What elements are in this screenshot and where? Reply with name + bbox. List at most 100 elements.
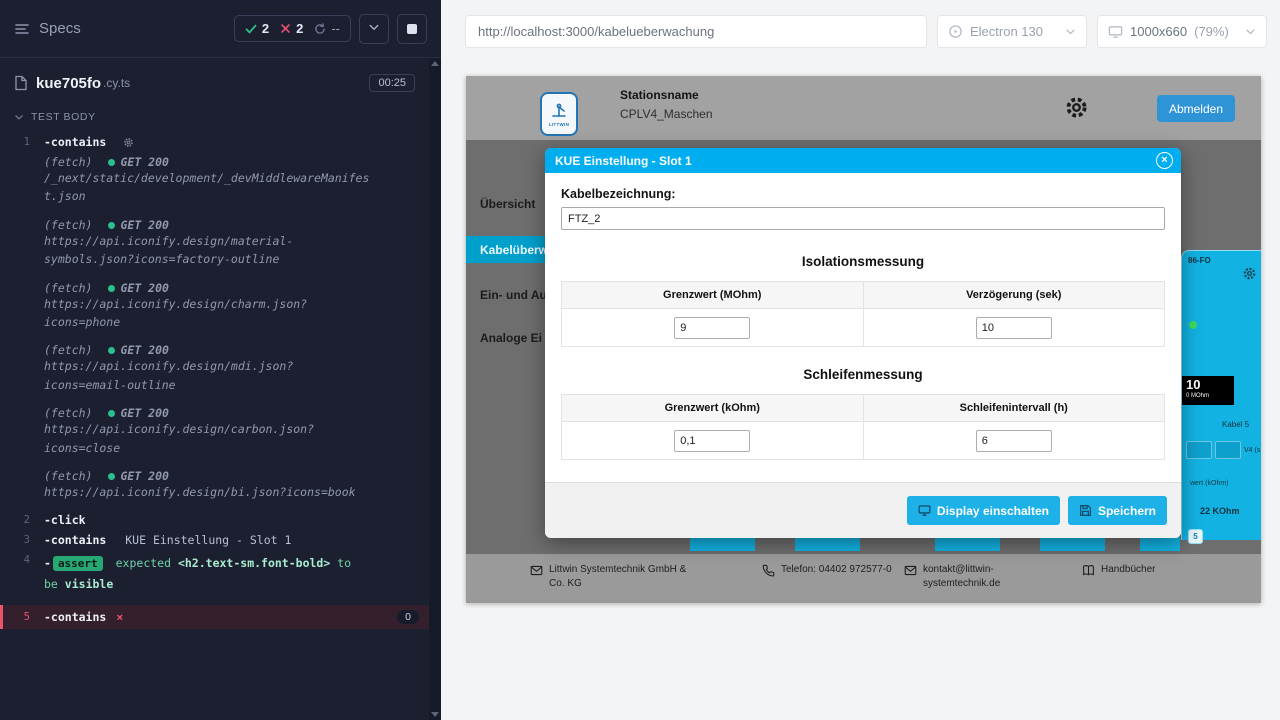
modal-header: KUE Einstellung - Slot 1 × xyxy=(545,148,1181,173)
stat-pending: -- xyxy=(314,21,340,36)
fetch-status: GET 200 xyxy=(120,406,168,420)
slot-tag: 86-FO xyxy=(1188,256,1211,265)
aut-region: Electron 130 1000x660 (79%) LITTWIN xyxy=(441,0,1280,720)
fetch-label: (fetch) xyxy=(44,155,92,169)
kue-slot-card: 86-FO 10 0 MOhm Kabel 5 V4 (s wert (kOhm… xyxy=(1181,250,1261,540)
log-row-fetch[interactable]: (fetch) GET 200 /_next/static/development… xyxy=(0,152,429,215)
fetch-url: /_next/static/development/_devMiddleware… xyxy=(44,169,374,206)
fetch-url: https://api.iconify.design/carbon.json?i… xyxy=(44,420,374,457)
fetch-label: (fetch) xyxy=(44,406,92,420)
wert-label: wert (kOhm) xyxy=(1190,480,1229,487)
chevron-down-icon xyxy=(1065,26,1076,37)
footer-manuals[interactable]: Handbücher xyxy=(1082,563,1155,577)
kue-settings-modal: KUE Einstellung - Slot 1 × Kabelbezeichn… xyxy=(545,148,1181,538)
test-body-toggle[interactable]: TEST BODY xyxy=(0,102,441,132)
line-number: 4 xyxy=(0,553,44,566)
fetch-status: GET 200 xyxy=(120,155,168,169)
log-row-fetch[interactable]: (fetch) GET 200 https://api.iconify.desig… xyxy=(0,278,429,341)
isolationsmessung-title: Isolationsmessung xyxy=(561,254,1165,269)
display-unit: 0 MOhm xyxy=(1186,393,1230,399)
wert-value: 22 KOhm xyxy=(1200,506,1240,516)
fetch-url: https://api.iconify.design/charm.json?ic… xyxy=(44,295,374,332)
line-number: 1 xyxy=(0,135,44,148)
fetch-label: (fetch) xyxy=(44,343,92,357)
littwin-logo: LITTWIN xyxy=(540,92,578,136)
scroll-up-icon[interactable] xyxy=(431,61,439,66)
spec-name: kue705fo xyxy=(36,75,101,92)
footer-email[interactable]: kontakt@littwin-systemtechnik.de xyxy=(904,563,1018,591)
aut-frame: LITTWIN Stationsname CPLV4_Maschen Abmel… xyxy=(466,76,1261,603)
spec-file-icon xyxy=(14,75,28,91)
pending-count: -- xyxy=(331,21,340,36)
fetch-status: GET 200 xyxy=(120,281,168,295)
command-name: -click xyxy=(44,513,86,527)
stop-button[interactable] xyxy=(397,14,427,44)
failed-count: 2 xyxy=(296,21,303,36)
slot-gear-icon[interactable] xyxy=(1242,266,1257,286)
kabel-label: Kabel 5 xyxy=(1222,420,1249,429)
grenzwert-kohm-input[interactable] xyxy=(674,430,750,452)
aut-topbar: Electron 130 1000x660 (79%) xyxy=(441,0,1280,63)
url-input[interactable] xyxy=(465,15,927,48)
fetch-label: (fetch) xyxy=(44,469,92,483)
verzoegerung-sek-input[interactable] xyxy=(976,317,1052,339)
log-row-assert[interactable]: 4 -assert expected <h2.text-sm.font-bold… xyxy=(0,550,429,596)
command-argument: KUE Einstellung - Slot 1 xyxy=(125,533,291,547)
log-row-contains-failed[interactable]: 5 -contains × 0 xyxy=(0,605,429,629)
viewport-select[interactable]: 1000x660 (79%) xyxy=(1097,15,1267,48)
fetch-status: GET 200 xyxy=(120,469,168,483)
panel-tile xyxy=(1186,441,1212,459)
status-led xyxy=(1189,321,1197,329)
assert-expected: expected xyxy=(116,556,171,570)
footer-company: Littwin Systemtechnik GmbH & Co. KG xyxy=(530,563,699,591)
status-dot-icon xyxy=(108,159,115,166)
log-count-badge: 0 xyxy=(397,610,419,624)
stop-icon xyxy=(407,24,417,34)
footer-phone[interactable]: Telefon: 04402 972577-0 xyxy=(762,563,899,577)
display-einschalten-button[interactable]: Display einschalten xyxy=(907,496,1060,525)
logo-text: LITTWIN xyxy=(549,122,569,127)
browser-select[interactable]: Electron 130 xyxy=(937,15,1087,48)
fetch-label: (fetch) xyxy=(44,281,92,295)
assert-state: visible xyxy=(65,577,113,591)
slot-number: 5 xyxy=(1188,529,1203,544)
line-number: 5 xyxy=(3,610,44,623)
log-row-click[interactable]: 2 -click xyxy=(0,510,429,530)
column-header: Verzögerung (sek) xyxy=(863,282,1165,309)
isolationsmessung-table: Grenzwert (MOhm) Verzögerung (sek) xyxy=(561,281,1165,347)
kabelbezeichnung-input[interactable] xyxy=(561,207,1165,230)
grenzwert-mohm-input[interactable] xyxy=(674,317,750,339)
log-row-fetch[interactable]: (fetch) GET 200 https://api.iconify.desig… xyxy=(0,403,429,466)
schleifenintervall-input[interactable] xyxy=(976,430,1052,452)
spec-header[interactable]: kue705fo .cy.ts 00:25 xyxy=(0,58,441,102)
schleifenmessung-title: Schleifenmessung xyxy=(561,367,1165,382)
settings-gear-icon[interactable] xyxy=(1064,95,1089,125)
logout-button[interactable]: Abmelden xyxy=(1157,95,1235,122)
status-dot-icon xyxy=(108,222,115,229)
status-dot-icon xyxy=(108,347,115,354)
chevron-down-icon xyxy=(1245,26,1256,37)
close-icon[interactable]: × xyxy=(1156,152,1173,169)
line-number: 2 xyxy=(0,513,44,526)
status-dot-icon xyxy=(108,410,115,417)
log-row-fetch[interactable]: (fetch)GET 200 https://api.iconify.desig… xyxy=(0,340,429,403)
command-name: -contains xyxy=(44,610,106,624)
assert-badge: assert xyxy=(53,556,103,571)
reporter-scrollbar[interactable] xyxy=(429,58,441,720)
log-row-contains-3[interactable]: 3 -contains KUE Einstellung - Slot 1 xyxy=(0,530,429,550)
log-row-contains-1[interactable]: 1 -contains xyxy=(0,132,429,152)
line-number: 3 xyxy=(0,533,44,546)
reporter-header: Specs 2 2 -- xyxy=(0,0,441,58)
chevron-down-icon xyxy=(368,21,380,36)
status-dot-icon xyxy=(108,473,115,480)
station-name: CPLV4_Maschen xyxy=(620,107,713,121)
test-body-label: TEST BODY xyxy=(31,111,96,123)
command-name: -contains xyxy=(44,135,106,149)
log-row-fetch[interactable]: (fetch)GET 200 https://api.iconify.desig… xyxy=(0,466,429,510)
collapse-all-button[interactable] xyxy=(359,14,389,44)
log-row-fetch[interactable]: (fetch)GET 200 https://api.iconify.desig… xyxy=(0,215,429,278)
scroll-down-icon[interactable] xyxy=(431,712,439,717)
speichern-button[interactable]: Speichern xyxy=(1068,496,1167,525)
specs-menu-icon[interactable] xyxy=(14,21,30,37)
column-header: Grenzwert (MOhm) xyxy=(562,282,864,309)
